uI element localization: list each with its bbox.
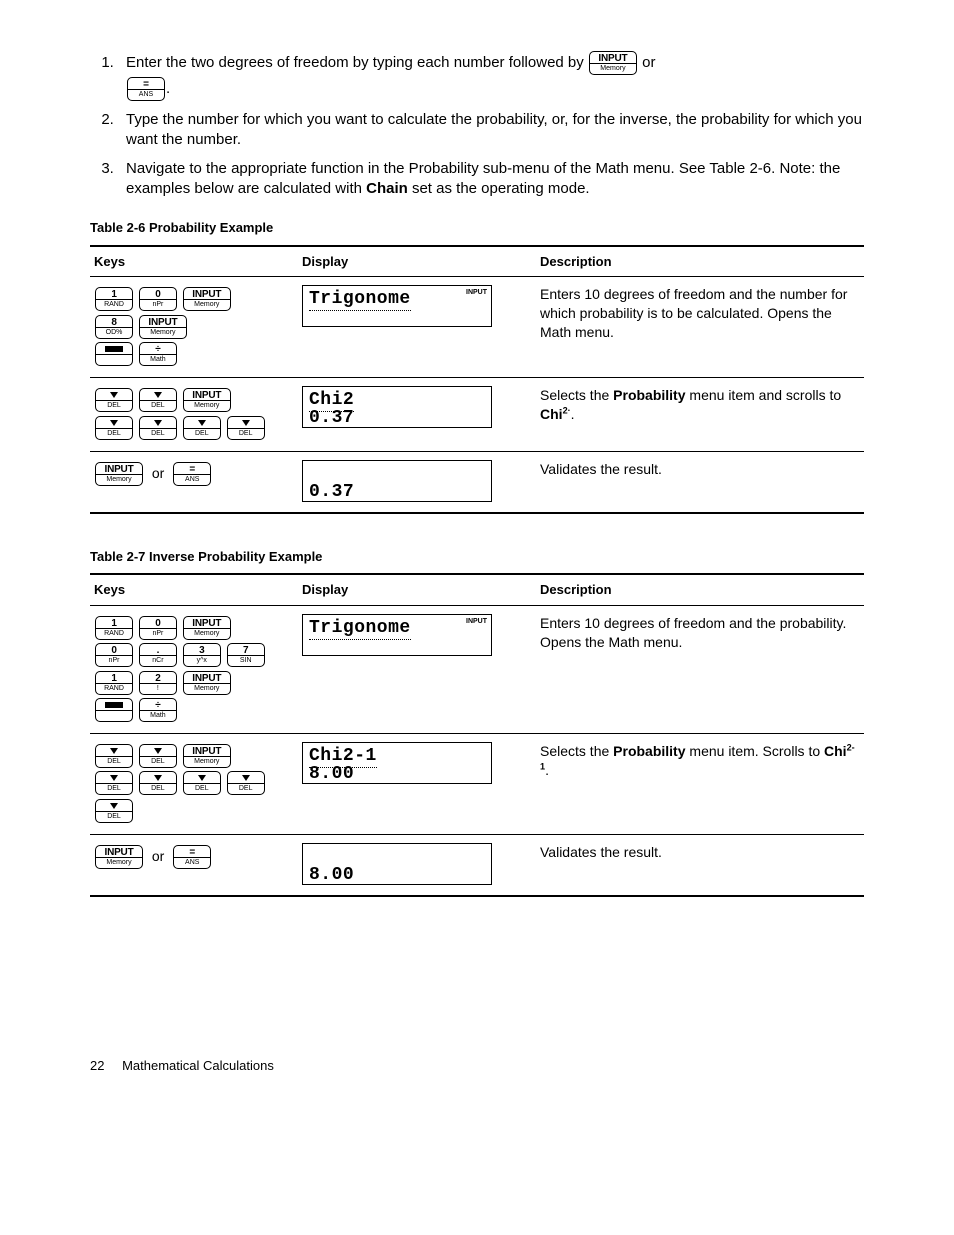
th-display: Display — [298, 246, 536, 277]
step1-text-b: or — [642, 54, 655, 71]
key-down: DEL — [139, 744, 177, 768]
key-sequence: DEL DEL INPUTMemory DEL DEL DEL DEL — [94, 386, 294, 441]
key-sequence: DEL DEL INPUTMemory DEL DEL DEL DEL DEL — [94, 742, 294, 824]
key-input: INPUTMemory — [183, 287, 231, 311]
footer-title: Mathematical Calculations — [122, 1058, 274, 1073]
table1-row3: INPUTMemory or =ANS 0.37 Validates the r… — [90, 451, 864, 513]
key-input: INPUTMemory — [183, 744, 231, 768]
key-down: DEL — [95, 744, 133, 768]
key-down: DEL — [139, 388, 177, 412]
th-desc: Description — [536, 246, 864, 277]
key-div-math: ÷Math — [139, 698, 177, 722]
desc: Enters 10 degrees of freedom and the pro… — [536, 605, 864, 733]
key-input-inline: INPUT Memory — [589, 51, 637, 75]
key-input: INPUTMemory — [95, 462, 143, 486]
key-down: DEL — [95, 388, 133, 412]
step-2: Type the number for which you want to ca… — [118, 110, 864, 151]
key-sequence: 1RAND 0nPr INPUTMemory 0nPr .nCr 3y^x 7S… — [94, 614, 294, 723]
key-shift — [95, 698, 133, 722]
table2: Keys Display Description 1RAND 0nPr INPU… — [90, 573, 864, 897]
key-1: 1RAND — [95, 287, 133, 311]
desc: Validates the result. — [536, 834, 864, 896]
key-0: 0nPr — [139, 287, 177, 311]
steps-list: Enter the two degrees of freedom by typi… — [90, 50, 864, 199]
key-down: DEL — [95, 416, 133, 440]
key-equals: =ANS — [173, 462, 211, 486]
key-1: 1RAND — [95, 616, 133, 640]
key-input: INPUTMemory — [139, 315, 187, 339]
key-shift — [95, 342, 133, 366]
table1: Keys Display Description 1RAND 0nPr INPU… — [90, 245, 864, 514]
key-2: 2! — [139, 671, 177, 695]
lcd-display: INPUT Trigonome — [302, 614, 492, 656]
key-7: 7SIN — [227, 643, 265, 667]
lcd-display: INPUT Trigonome — [302, 285, 492, 327]
key-down: DEL — [95, 799, 133, 823]
key-equals-inline: = ANS — [127, 77, 165, 101]
step1-text-a: Enter the two degrees of freedom by typi… — [126, 54, 588, 71]
lcd-display: 0.37 — [302, 460, 492, 502]
key-down: DEL — [227, 771, 265, 795]
table1-row1: 1RAND 0nPr INPUTMemory 8OD% INPUTMemory … — [90, 277, 864, 378]
key-dot: .nCr — [139, 643, 177, 667]
th-keys: Keys — [90, 246, 298, 277]
key-0: 0nPr — [139, 616, 177, 640]
step-1: Enter the two degrees of freedom by typi… — [118, 50, 864, 102]
table2-row1: 1RAND 0nPr INPUTMemory 0nPr .nCr 3y^x 7S… — [90, 605, 864, 733]
key-down: DEL — [95, 771, 133, 795]
step-3: Navigate to the appropriate function in … — [118, 159, 864, 200]
key-sequence: 1RAND 0nPr INPUTMemory 8OD% INPUTMemory … — [94, 285, 294, 367]
key-down: DEL — [183, 416, 221, 440]
desc: Selects the Probability menu item. Scrol… — [536, 733, 864, 834]
lcd-display: Chi2 0.37 — [302, 386, 492, 428]
lcd-display: 8.00 — [302, 843, 492, 885]
key-down: DEL — [139, 416, 177, 440]
key-0: 0nPr — [95, 643, 133, 667]
key-sequence: INPUTMemory or =ANS — [94, 843, 294, 870]
desc: Enters 10 degrees of freedom and the num… — [536, 277, 864, 378]
key-down: DEL — [139, 771, 177, 795]
lcd-display: Chi2-1 8.00 — [302, 742, 492, 784]
key-input: INPUTMemory — [183, 616, 231, 640]
key-div-math: ÷Math — [139, 342, 177, 366]
key-3: 3y^x — [183, 643, 221, 667]
step1-text-c: . — [166, 80, 170, 97]
table2-row3: INPUTMemory or =ANS 8.00 Validates the r… — [90, 834, 864, 896]
key-down: DEL — [227, 416, 265, 440]
table1-row2: DEL DEL INPUTMemory DEL DEL DEL DEL Chi2… — [90, 377, 864, 451]
key-input: INPUTMemory — [183, 671, 231, 695]
key-input: INPUTMemory — [95, 845, 143, 869]
desc: Selects the Probability menu item and sc… — [536, 377, 864, 451]
key-8: 8OD% — [95, 315, 133, 339]
key-sequence: INPUTMemory or =ANS — [94, 460, 294, 487]
page-number: 22 — [90, 1058, 104, 1073]
key-equals: =ANS — [173, 845, 211, 869]
table2-row2: DEL DEL INPUTMemory DEL DEL DEL DEL DEL … — [90, 733, 864, 834]
table2-caption: Table 2-7 Inverse Probability Example — [90, 548, 864, 566]
key-down: DEL — [183, 771, 221, 795]
th-keys: Keys — [90, 574, 298, 605]
th-desc: Description — [536, 574, 864, 605]
table1-caption: Table 2-6 Probability Example — [90, 219, 864, 237]
desc: Validates the result. — [536, 451, 864, 513]
page-footer: 22 Mathematical Calculations — [90, 1057, 864, 1075]
th-display: Display — [298, 574, 536, 605]
key-input: INPUTMemory — [183, 388, 231, 412]
key-1: 1RAND — [95, 671, 133, 695]
